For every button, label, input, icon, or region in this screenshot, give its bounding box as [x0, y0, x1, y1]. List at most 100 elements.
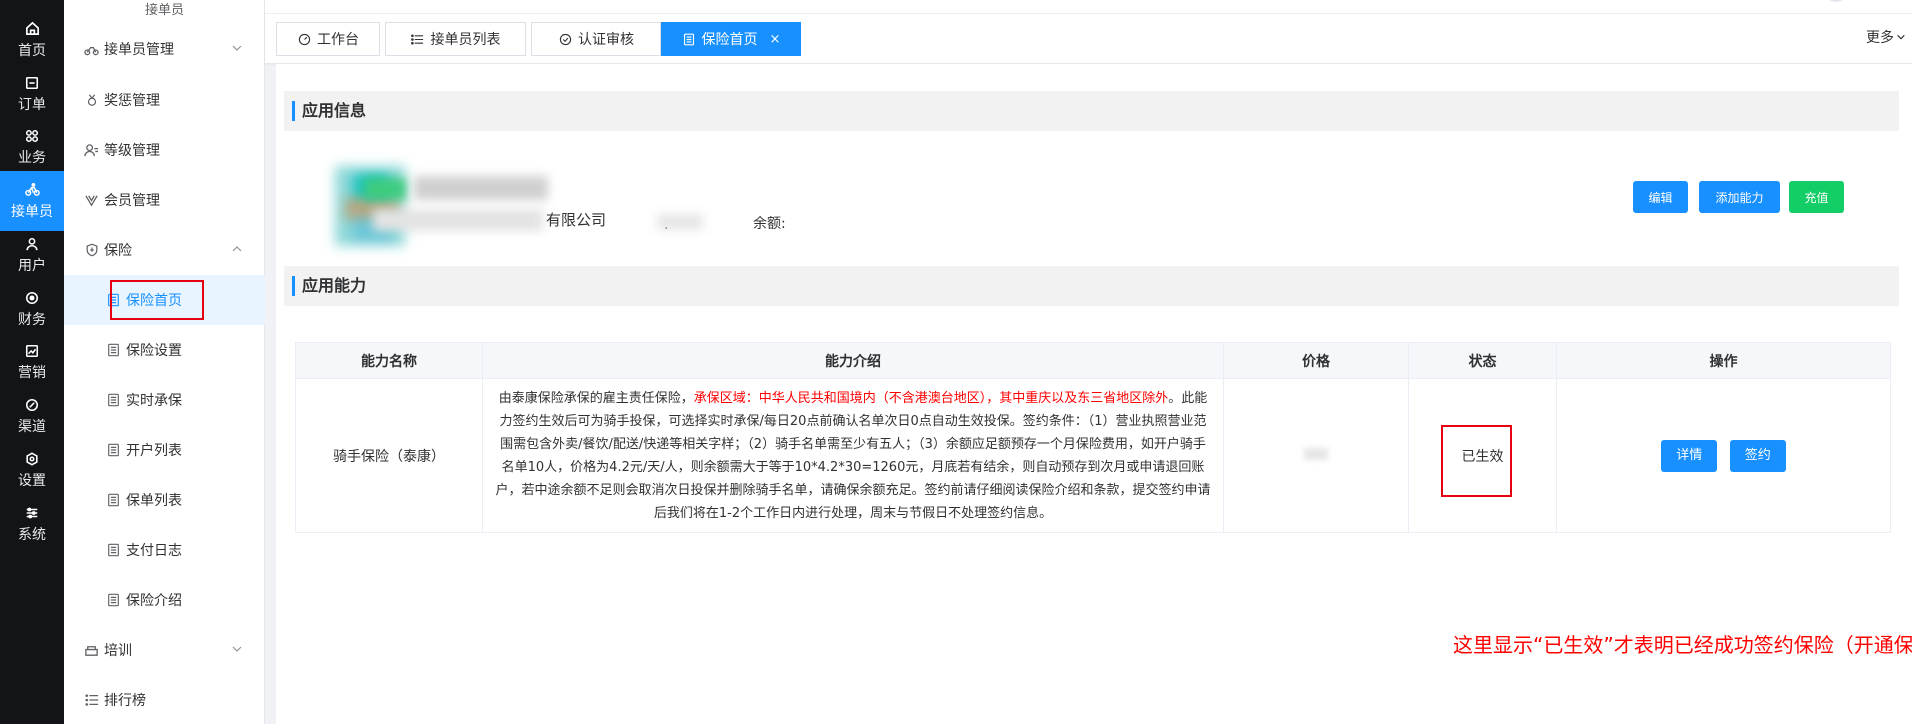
channel-icon [24, 397, 40, 413]
doc-icon [106, 443, 121, 458]
sidebar-item-insurance[interactable]: 保险 [64, 225, 265, 275]
abilities-table: 能力名称 能力介绍 价格 状态 操作 骑手保险（泰康） 由泰康保险承保的雇主责任… [295, 342, 1891, 533]
balance-dot: . [664, 217, 669, 233]
tab-rider-list[interactable]: 接单员列表 [385, 22, 526, 56]
add-ability-button[interactable]: 添加能力 [1699, 181, 1780, 213]
doc-icon [106, 293, 121, 308]
detail-button[interactable]: 详情 [1661, 439, 1718, 472]
main-rail: 首页 订单 业务 接单员 用户 财务 营销 渠道 设置 系统 [0, 0, 64, 724]
more-dropdown[interactable]: 更多 [1866, 28, 1906, 48]
doc-icon [106, 493, 121, 508]
sidebar-item-pay-log[interactable]: 支付日志 [64, 525, 265, 575]
sidebar-item-label: 培训 [104, 643, 132, 659]
business-icon [24, 128, 40, 144]
home-icon [24, 21, 40, 37]
recharge-button[interactable]: 充值 [1789, 181, 1844, 213]
ability-status: 已生效 [1408, 378, 1557, 533]
rail-item-marketing[interactable]: 营销 [0, 332, 64, 392]
tab-dashboard[interactable]: 工作台 [276, 22, 380, 56]
check-circle-icon [558, 32, 572, 46]
rail-item-home[interactable]: 首页 [0, 10, 64, 70]
sign-button[interactable]: 签约 [1729, 439, 1786, 472]
doc-icon [106, 593, 121, 608]
sidebar-item-reward[interactable]: 奖惩管理 [64, 75, 265, 125]
rail-item-label: 首页 [18, 42, 46, 59]
column-header: 价格 [1223, 342, 1409, 379]
desc-rest: 。此能力签约生效后可为骑手投保，可选择实时承保/每日20点前确认名单次日0点自动… [495, 390, 1211, 521]
rail-item-finance[interactable]: 财务 [0, 279, 64, 339]
dashboard-icon [297, 32, 311, 46]
sidebar-item-level[interactable]: 等级管理 [64, 125, 265, 175]
doc-icon [682, 32, 696, 46]
main-content: 应用信息 . 有限公司 余额: 编辑 添加能力 充值 应用能力 能力名称 能力介… [276, 64, 1912, 724]
table-row: 骑手保险（泰康） 由泰康保险承保的雇主责任保险，承保区域：中华人民共和国境内（不… [295, 378, 1891, 533]
sidebar-item-account-list[interactable]: 开户列表 [64, 425, 265, 475]
list-icon [411, 32, 425, 46]
chevron-down-icon [231, 42, 243, 54]
rail-item-channel[interactable]: 渠道 [0, 386, 64, 446]
rail-item-label: 渠道 [18, 418, 46, 435]
app-badge-blur [364, 178, 406, 200]
more-label: 更多 [1866, 30, 1894, 46]
column-header: 能力名称 [295, 342, 483, 379]
sidebar-item-label: 实时承保 [126, 393, 182, 409]
section-accent [292, 276, 295, 296]
sidebar-item-realtime-cover[interactable]: 实时承保 [64, 375, 265, 425]
rail-item-label: 财务 [18, 311, 46, 328]
sidebar-item-training[interactable]: 培训 [64, 625, 265, 675]
ability-price [1223, 378, 1409, 533]
column-header: 能力介绍 [482, 342, 1224, 379]
order-icon [24, 75, 40, 91]
sidebar-item-label: 排行榜 [104, 693, 146, 709]
sidebar-item-label: 接单员管理 [104, 42, 174, 58]
rail-item-label: 接单员 [11, 203, 53, 220]
tab-verify[interactable]: 认证审核 [531, 22, 661, 56]
tabs-bar: 工作台 接单员列表 认证审核 保险首页 × 更多 [265, 14, 1912, 64]
rail-item-system[interactable]: 系统 [0, 494, 64, 554]
sidebar-item-label: 保单列表 [126, 493, 182, 509]
tab-label: 认证审核 [578, 32, 634, 48]
sidebar-item-label: 保险首页 [126, 293, 182, 309]
tab-label: 接单员列表 [430, 32, 501, 48]
tab-label: 保险首页 [701, 32, 758, 48]
company-name-blur [373, 209, 543, 231]
edit-button[interactable]: 编辑 [1633, 181, 1688, 213]
sidebar-item-vip[interactable]: 会员管理 [64, 175, 265, 225]
sidebar-item-ranking[interactable]: 排行榜 [64, 675, 265, 724]
sidebar-item-label: 保险设置 [126, 343, 182, 359]
doc-icon [106, 343, 121, 358]
rail-item-user[interactable]: 用户 [0, 225, 64, 285]
section-title: 应用信息 [302, 101, 367, 120]
sidebar-item-policy-list[interactable]: 保单列表 [64, 475, 265, 525]
sidebar-item-insurance-settings[interactable]: 保险设置 [64, 325, 265, 375]
user-icon [24, 236, 40, 252]
chevron-up-icon [231, 243, 243, 255]
rail-item-settings[interactable]: 设置 [0, 440, 64, 500]
avatar[interactable] [1824, 0, 1848, 2]
close-icon[interactable]: × [770, 32, 781, 47]
rail-item-business[interactable]: 业务 [0, 117, 64, 177]
sidebar-item-rider-manage[interactable]: 接单员管理 [64, 24, 265, 74]
ability-name: 骑手保险（泰康） [295, 378, 483, 533]
tab-label: 工作台 [317, 32, 359, 48]
system-icon [24, 505, 40, 521]
sidebar-item-label: 支付日志 [126, 543, 182, 559]
rail-item-order[interactable]: 订单 [0, 64, 64, 124]
sidebar-item-insurance-home[interactable]: 保险首页 [64, 275, 265, 325]
rail-item-label: 用户 [18, 257, 46, 274]
sidebar-item-label: 开户列表 [126, 443, 182, 459]
user-level-icon [84, 143, 99, 158]
top-header [265, 0, 1912, 14]
company-suffix: 有限公司 [546, 211, 607, 229]
tab-insurance-home[interactable]: 保险首页 × [661, 22, 801, 56]
app-name-blur [414, 176, 548, 200]
sidebar-item-label: 会员管理 [104, 193, 160, 209]
section-header-app-info: 应用信息 [284, 91, 1899, 131]
sidebar-title: 接单员 [144, 3, 184, 18]
rail-item-rider[interactable]: 接单员 [0, 171, 64, 231]
sub-sidebar: 接单员 接单员管理 奖惩管理 等级管理 会员管理 保险 保险首页 保险设置 实时… [64, 0, 265, 724]
sidebar-item-label: 保险 [104, 243, 132, 259]
sidebar-item-insurance-intro[interactable]: 保险介绍 [64, 575, 265, 625]
sidebar-item-label: 奖惩管理 [104, 93, 160, 109]
chevron-down-icon [231, 643, 243, 655]
